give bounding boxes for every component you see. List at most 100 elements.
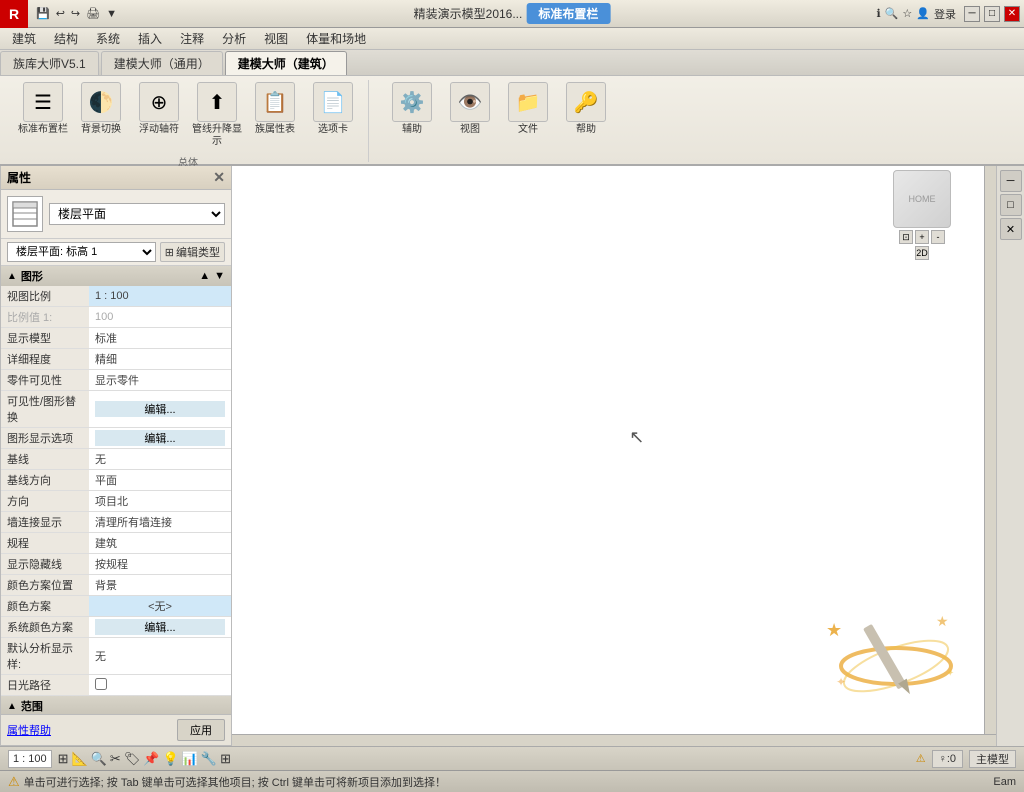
watermark-svg: ★ ★ ✦ ✦ [816, 586, 976, 716]
ribbon-btn-float[interactable]: ⊕ 浮动轴符 [132, 80, 186, 138]
tab-jianmo-general[interactable]: 建模大师（通用） [101, 51, 223, 75]
ribbon-btn-bg[interactable]: 🌓 背景切换 [74, 80, 128, 138]
nav-cube[interactable]: HOME ⊡ + - 2D [888, 170, 956, 260]
menu-xitong[interactable]: 系统 [88, 28, 128, 49]
detail-icon[interactable]: 📐 [72, 751, 88, 767]
section-header-shape[interactable]: ▲ 图形 ▲ ▼ [1, 266, 231, 286]
nav-2d-btn[interactable]: 2D [915, 246, 929, 260]
menu-shitu[interactable]: 视图 [256, 28, 296, 49]
nav-zoom-in[interactable]: + [915, 230, 929, 244]
graphic-opts-edit-btn[interactable]: 编辑... [95, 430, 225, 446]
warning-icon[interactable]: ⚠ [916, 752, 926, 765]
tab-jianmo-arch[interactable]: 建模大师（建筑） [225, 51, 347, 75]
menu-jiegou[interactable]: 结构 [46, 28, 86, 49]
light-icon[interactable]: 💡 [163, 751, 179, 767]
prop-value-hidden-line[interactable]: 按规程 [89, 554, 231, 575]
type-selector[interactable]: 楼层平面 [49, 203, 225, 225]
prop-value-scale[interactable]: 1 : 100 [89, 286, 231, 307]
properties-scroll-area[interactable]: ▲ 图形 ▲ ▼ 视图比例 1 : 100 比例值 1: 100 显示模型 标准 [1, 266, 231, 714]
nav-zoom-fit[interactable]: ⊡ [899, 230, 913, 244]
prop-value-rule[interactable]: 建筑 [89, 533, 231, 554]
floor-level-selector[interactable]: 楼层平面: 标高 1 [7, 242, 156, 262]
horizontal-scrollbar[interactable] [232, 734, 996, 746]
prop-value-analysis[interactable]: 无 [89, 638, 231, 675]
magnify-icon[interactable]: 🔍 [91, 751, 107, 767]
prop-value-vis-override[interactable]: 编辑... [89, 391, 231, 428]
edit-type-button[interactable]: ⊞ 编辑类型 [160, 242, 225, 262]
prop-value-color-scheme[interactable]: <无> [89, 596, 231, 617]
prop-value-baseline-dir[interactable]: 平面 [89, 470, 231, 491]
chart-icon[interactable]: 📊 [182, 751, 198, 767]
range-expand-icon: ▲ [7, 701, 17, 712]
ribbon-btn-help[interactable]: 🔑 帮助 [559, 80, 613, 138]
minimize-button[interactable]: ─ [964, 6, 980, 22]
tag-icon[interactable]: 🏷 [124, 751, 141, 767]
restore-button[interactable]: □ [984, 6, 1000, 22]
login-label[interactable]: 登录 [934, 6, 956, 22]
prop-value-part-vis[interactable]: 显示零件 [89, 370, 231, 391]
apply-button[interactable]: 应用 [177, 719, 225, 741]
more-icon[interactable]: ▼ [104, 7, 119, 21]
pin-icon[interactable]: 📌 [143, 751, 159, 767]
vertical-scrollbar[interactable] [984, 166, 996, 746]
nav-zoom-out[interactable]: - [931, 230, 945, 244]
wrench-icon[interactable]: 🔧 [201, 751, 217, 767]
redo-icon[interactable]: ↪ [69, 6, 82, 21]
user-icon[interactable]: 👤 [916, 7, 930, 20]
view-mode-display: 主模型 [969, 750, 1016, 768]
menu-fenxi[interactable]: 分析 [214, 28, 254, 49]
ribbon-group-zongti: ☰ 标准布置栏 🌓 背景切换 ⊕ 浮动轴符 ⬆ 管线升降显示 📋 族属性 [8, 80, 369, 162]
menu-jianzhú[interactable]: 建筑 [4, 28, 44, 49]
ribbon-btn-file[interactable]: 📁 文件 [501, 80, 555, 138]
save-icon[interactable]: 💾 [34, 6, 52, 21]
scale-display[interactable]: 1 : 100 [8, 750, 52, 768]
prop-value-sunpath[interactable] [89, 675, 231, 696]
rt-close-btn[interactable]: ✕ [1000, 218, 1022, 240]
prop-value-sys-color[interactable]: 编辑... [89, 617, 231, 638]
ribbon-btn-view[interactable]: 👁️ 视图 [443, 80, 497, 138]
panel-close-button[interactable]: ✕ [213, 169, 225, 186]
prop-value-baseline[interactable]: 无 [89, 449, 231, 470]
mode-badge[interactable]: 标准布置栏 [526, 3, 610, 24]
ribbon-btn-tab[interactable]: 📄 选项卡 [306, 80, 360, 138]
canvas-area[interactable]: HOME ⊡ + - 2D ↖ ★ ★ [232, 166, 996, 746]
undo-icon[interactable]: ↩ [54, 6, 67, 21]
prop-value-graphic-opts[interactable]: 编辑... [89, 428, 231, 449]
rt-minimize-btn[interactable]: ─ [1000, 170, 1022, 192]
prop-label-color-scheme: 颜色方案 [1, 596, 89, 617]
prop-value-display-model[interactable]: 标准 [89, 328, 231, 349]
section-icon[interactable]: ✂ [110, 751, 121, 767]
bottom-icons: ⊞ 📐 🔍 ✂ 🏷 📌 💡 📊 🔧 ⊞ [58, 751, 231, 767]
file-label: 文件 [518, 124, 538, 136]
menu-tiliang[interactable]: 体量和场地 [298, 28, 374, 49]
tab-zuku[interactable]: 族库大师V5.1 [0, 51, 99, 75]
print-icon[interactable]: 🖨 [84, 6, 102, 21]
nav-cube-box[interactable]: HOME [893, 170, 951, 228]
rt-restore-btn[interactable]: □ [1000, 194, 1022, 216]
menu-zhushi[interactable]: 注释 [172, 28, 212, 49]
ribbon-btn-family[interactable]: 📋 族属性表 [248, 80, 302, 138]
section-scroll-up[interactable]: ▲ [199, 270, 210, 282]
star-icon[interactable]: ☆ [902, 7, 912, 20]
ribbon-btn-pipe[interactable]: ⬆ 管线升降显示 [190, 80, 244, 150]
info-icon[interactable]: ℹ [877, 7, 881, 20]
ribbon-btn-standard[interactable]: ☰ 标准布置栏 [16, 80, 70, 138]
close-button[interactable]: ✕ [1004, 6, 1020, 22]
title-bar: R 💾 ↩ ↪ 🖨 ▼ 精装演示模型2016... 标准布置栏 ℹ 🔍 ☆ 👤 … [0, 0, 1024, 28]
ribbon-btn-assist[interactable]: ⚙️ 辅助 [385, 80, 439, 138]
prop-value-orient[interactable]: 项目北 [89, 491, 231, 512]
prop-label-hidden-line: 显示隐藏线 [1, 554, 89, 575]
prop-value-wall-join[interactable]: 清理所有墙连接 [89, 512, 231, 533]
grid-icon[interactable]: ⊞ [220, 751, 231, 767]
prop-value-detail[interactable]: 精细 [89, 349, 231, 370]
vis-override-edit-btn[interactable]: 编辑... [95, 401, 225, 417]
section-header-range[interactable]: ▲ 范围 [1, 696, 231, 714]
help-link[interactable]: 属性帮助 [7, 722, 51, 738]
model-icon[interactable]: ⊞ [58, 751, 69, 767]
prop-value-color-pos[interactable]: 背景 [89, 575, 231, 596]
section-scroll-down[interactable]: ▼ [214, 270, 225, 282]
menu-charu[interactable]: 插入 [130, 28, 170, 49]
sunpath-checkbox[interactable] [95, 678, 107, 690]
sys-color-edit-btn[interactable]: 编辑... [95, 619, 225, 635]
search-icon[interactable]: 🔍 [885, 7, 899, 20]
